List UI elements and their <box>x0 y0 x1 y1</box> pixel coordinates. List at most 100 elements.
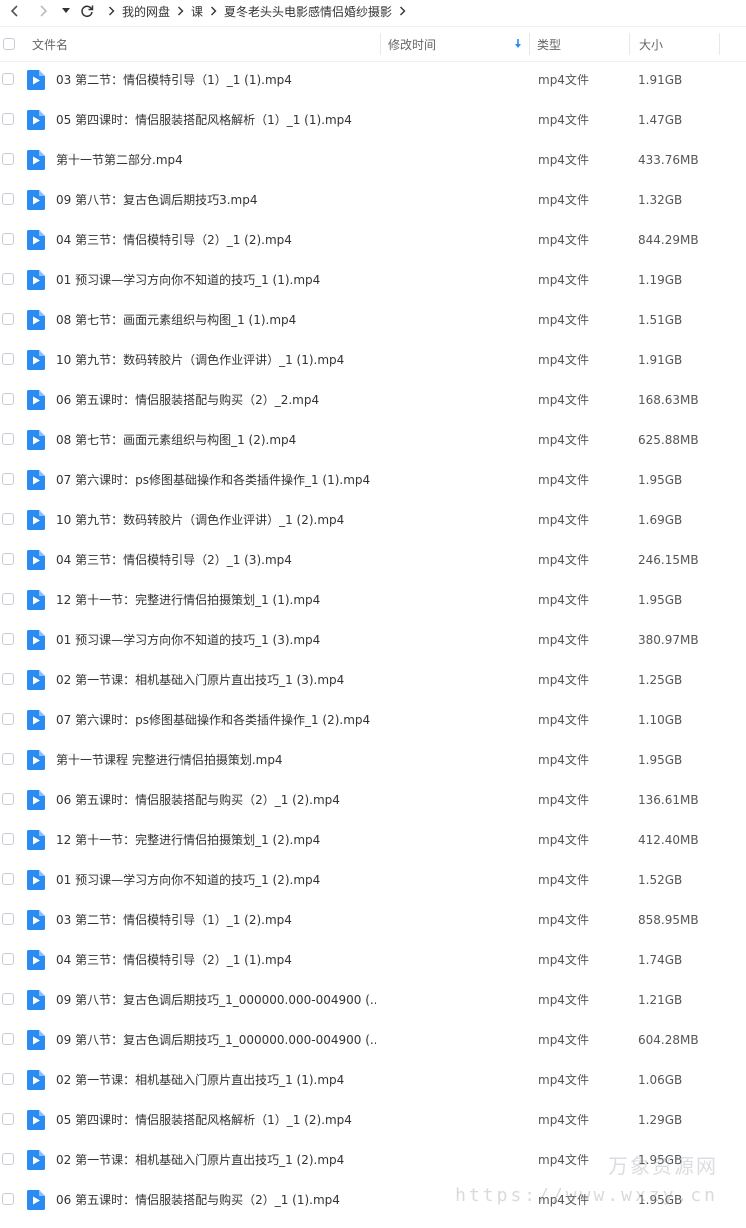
row-checkbox[interactable] <box>2 313 14 325</box>
file-row[interactable]: 12 第十一节：完整进行情侣拍摄策划_1 (1).mp4 mp4文件 1.95GB <box>0 580 746 620</box>
file-row[interactable]: 09 第八节：复古色调后期技巧_1_000000.000-004900 (...… <box>0 1020 746 1060</box>
file-row[interactable]: 04 第三节：情侣模特引导（2）_1 (2).mp4 mp4文件 844.29MB <box>0 220 746 260</box>
row-checkbox[interactable] <box>2 433 14 445</box>
file-name[interactable]: 06 第五课时：情侣服装搭配与购买（2）_1 (2).mp4 <box>56 780 376 820</box>
breadcrumb-separator-icon[interactable] <box>399 6 406 16</box>
file-row[interactable]: 09 第八节：复古色调后期技巧_1_000000.000-004900 (...… <box>0 980 746 1020</box>
row-checkbox[interactable] <box>2 1193 14 1205</box>
row-checkbox[interactable] <box>2 393 14 405</box>
row-checkbox[interactable] <box>2 833 14 845</box>
file-row[interactable]: 01 预习课—学习方向你不知道的技巧_1 (2).mp4 mp4文件 1.52GB <box>0 860 746 900</box>
file-name[interactable]: 01 预习课—学习方向你不知道的技巧_1 (1).mp4 <box>56 260 376 300</box>
file-row[interactable]: 06 第五课时：情侣服装搭配与购买（2）_1 (1).mp4 mp4文件 1.95G… <box>0 1180 746 1220</box>
file-name[interactable]: 01 预习课—学习方向你不知道的技巧_1 (3).mp4 <box>56 620 376 660</box>
row-checkbox[interactable] <box>2 193 14 205</box>
file-name[interactable]: 第十一节第二部分.mp4 <box>56 140 376 180</box>
file-name[interactable]: 04 第三节：情侣模特引导（2）_1 (1).mp4 <box>56 940 376 980</box>
row-checkbox[interactable] <box>2 873 14 885</box>
breadcrumb-item-course[interactable]: 课 <box>191 3 203 20</box>
file-row[interactable]: 07 第六课时：ps修图基础操作和各类插件操作_1 (2).mp4 mp4文件 1.… <box>0 700 746 740</box>
column-divider[interactable] <box>629 33 630 55</box>
file-name[interactable]: 第十一节课程 完整进行情侣拍摄策划.mp4 <box>56 740 376 780</box>
file-name[interactable]: 03 第二节：情侣模特引导（1）_1 (2).mp4 <box>56 900 376 940</box>
back-button[interactable] <box>6 2 24 20</box>
file-row[interactable]: 第十一节第二部分.mp4 mp4文件 433.76MB <box>0 140 746 180</box>
row-checkbox[interactable] <box>2 113 14 125</box>
file-row[interactable]: 04 第三节：情侣模特引导（2）_1 (3).mp4 mp4文件 246.15MB <box>0 540 746 580</box>
file-row[interactable]: 03 第二节：情侣模特引导（1）_1 (1).mp4 mp4文件 1.91GB <box>0 60 746 100</box>
row-checkbox[interactable] <box>2 233 14 245</box>
column-header-size[interactable]: 大小 <box>639 27 663 61</box>
row-checkbox[interactable] <box>2 1073 14 1085</box>
sort-down-arrow-icon[interactable] <box>514 39 522 49</box>
breadcrumb-item-current-folder[interactable]: 夏冬老头头电影感情侣婚纱摄影 <box>224 3 392 20</box>
column-header-name[interactable]: 文件名 <box>32 27 68 61</box>
file-name[interactable]: 05 第四课时：情侣服装搭配风格解析（1）_1 (2).mp4 <box>56 1100 376 1140</box>
file-name[interactable]: 09 第八节：复古色调后期技巧_1_000000.000-004900 (... <box>56 1020 376 1060</box>
row-checkbox[interactable] <box>2 513 14 525</box>
row-checkbox[interactable] <box>2 353 14 365</box>
file-name[interactable]: 12 第十一节：完整进行情侣拍摄策划_1 (2).mp4 <box>56 820 376 860</box>
row-checkbox[interactable] <box>2 153 14 165</box>
file-row[interactable]: 02 第一节课：相机基础入门原片直出技巧_1 (2).mp4 mp4文件 1.95G… <box>0 1140 746 1180</box>
file-name[interactable]: 04 第三节：情侣模特引导（2）_1 (2).mp4 <box>56 220 376 260</box>
row-checkbox[interactable] <box>2 633 14 645</box>
file-row[interactable]: 01 预习课—学习方向你不知道的技巧_1 (1).mp4 mp4文件 1.19GB <box>0 260 746 300</box>
file-row[interactable]: 03 第二节：情侣模特引导（1）_1 (2).mp4 mp4文件 858.95MB <box>0 900 746 940</box>
file-name[interactable]: 09 第八节：复古色调后期技巧_1_000000.000-004900 (... <box>56 980 376 1020</box>
file-name[interactable]: 08 第七节：画面元素组织与构图_1 (2).mp4 <box>56 420 376 460</box>
refresh-button[interactable] <box>78 2 96 20</box>
file-row[interactable]: 06 第五课时：情侣服装搭配与购买（2）_1 (2).mp4 mp4文件 136.6… <box>0 780 746 820</box>
file-row[interactable]: 05 第四课时：情侣服装搭配风格解析（1）_1 (2).mp4 mp4文件 1.29… <box>0 1100 746 1140</box>
file-row[interactable]: 12 第十一节：完整进行情侣拍摄策划_1 (2).mp4 mp4文件 412.40M… <box>0 820 746 860</box>
column-header-modified[interactable]: 修改时间 <box>388 27 436 61</box>
row-checkbox[interactable] <box>2 473 14 485</box>
file-name[interactable]: 07 第六课时：ps修图基础操作和各类插件操作_1 (2).mp4 <box>56 700 376 740</box>
file-row[interactable]: 06 第五课时：情侣服装搭配与购买（2）_2.mp4 mp4文件 168.63MB <box>0 380 746 420</box>
row-checkbox[interactable] <box>2 913 14 925</box>
file-row[interactable]: 09 第八节：复古色调后期技巧3.mp4 mp4文件 1.32GB <box>0 180 746 220</box>
row-checkbox[interactable] <box>2 73 14 85</box>
file-row[interactable]: 10 第九节：数码转胶片（调色作业评讲）_1 (2).mp4 mp4文件 1.69G… <box>0 500 746 540</box>
row-checkbox[interactable] <box>2 793 14 805</box>
file-row[interactable]: 08 第七节：画面元素组织与构图_1 (1).mp4 mp4文件 1.51GB <box>0 300 746 340</box>
file-row[interactable]: 10 第九节：数码转胶片（调色作业评讲）_1 (1).mp4 mp4文件 1.91G… <box>0 340 746 380</box>
file-name[interactable]: 06 第五课时：情侣服装搭配与购买（2）_2.mp4 <box>56 380 376 420</box>
file-name[interactable]: 10 第九节：数码转胶片（调色作业评讲）_1 (1).mp4 <box>56 340 376 380</box>
file-name[interactable]: 02 第一节课：相机基础入门原片直出技巧_1 (2).mp4 <box>56 1140 376 1180</box>
file-row[interactable]: 02 第一节课：相机基础入门原片直出技巧_1 (1).mp4 mp4文件 1.06G… <box>0 1060 746 1100</box>
row-checkbox[interactable] <box>2 953 14 965</box>
file-row[interactable]: 04 第三节：情侣模特引导（2）_1 (1).mp4 mp4文件 1.74GB <box>0 940 746 980</box>
row-checkbox[interactable] <box>2 993 14 1005</box>
forward-button[interactable] <box>34 2 52 20</box>
file-name[interactable]: 05 第四课时：情侣服装搭配风格解析（1）_1 (1).mp4 <box>56 100 376 140</box>
file-name[interactable]: 10 第九节：数码转胶片（调色作业评讲）_1 (2).mp4 <box>56 500 376 540</box>
row-checkbox[interactable] <box>2 753 14 765</box>
file-name[interactable]: 03 第二节：情侣模特引导（1）_1 (1).mp4 <box>56 60 376 100</box>
column-divider[interactable] <box>719 33 720 55</box>
file-row[interactable]: 第十一节课程 完整进行情侣拍摄策划.mp4 mp4文件 1.95GB <box>0 740 746 780</box>
file-row[interactable]: 01 预习课—学习方向你不知道的技巧_1 (3).mp4 mp4文件 380.97M… <box>0 620 746 660</box>
history-dropdown-button[interactable] <box>60 2 72 20</box>
breadcrumb-item-my-disk[interactable]: 我的网盘 <box>122 3 170 20</box>
row-checkbox[interactable] <box>2 713 14 725</box>
column-divider[interactable] <box>380 33 381 55</box>
row-checkbox[interactable] <box>2 1153 14 1165</box>
file-name[interactable]: 07 第六课时：ps修图基础操作和各类插件操作_1 (1).mp4 <box>56 460 376 500</box>
row-checkbox[interactable] <box>2 1033 14 1045</box>
column-header-type[interactable]: 类型 <box>537 27 561 61</box>
file-name[interactable]: 02 第一节课：相机基础入门原片直出技巧_1 (3).mp4 <box>56 660 376 700</box>
column-divider[interactable] <box>529 33 530 55</box>
file-name[interactable]: 08 第七节：画面元素组织与构图_1 (1).mp4 <box>56 300 376 340</box>
file-name[interactable]: 12 第十一节：完整进行情侣拍摄策划_1 (1).mp4 <box>56 580 376 620</box>
file-name[interactable]: 02 第一节课：相机基础入门原片直出技巧_1 (1).mp4 <box>56 1060 376 1100</box>
row-checkbox[interactable] <box>2 673 14 685</box>
file-row[interactable]: 07 第六课时：ps修图基础操作和各类插件操作_1 (1).mp4 mp4文件 1.… <box>0 460 746 500</box>
file-name[interactable]: 01 预习课—学习方向你不知道的技巧_1 (2).mp4 <box>56 860 376 900</box>
file-row[interactable]: 05 第四课时：情侣服装搭配风格解析（1）_1 (1).mp4 mp4文件 1.47… <box>0 100 746 140</box>
select-all-checkbox[interactable] <box>3 38 15 50</box>
file-name[interactable]: 04 第三节：情侣模特引导（2）_1 (3).mp4 <box>56 540 376 580</box>
row-checkbox[interactable] <box>2 273 14 285</box>
row-checkbox[interactable] <box>2 1113 14 1125</box>
file-row[interactable]: 08 第七节：画面元素组织与构图_1 (2).mp4 mp4文件 625.88MB <box>0 420 746 460</box>
